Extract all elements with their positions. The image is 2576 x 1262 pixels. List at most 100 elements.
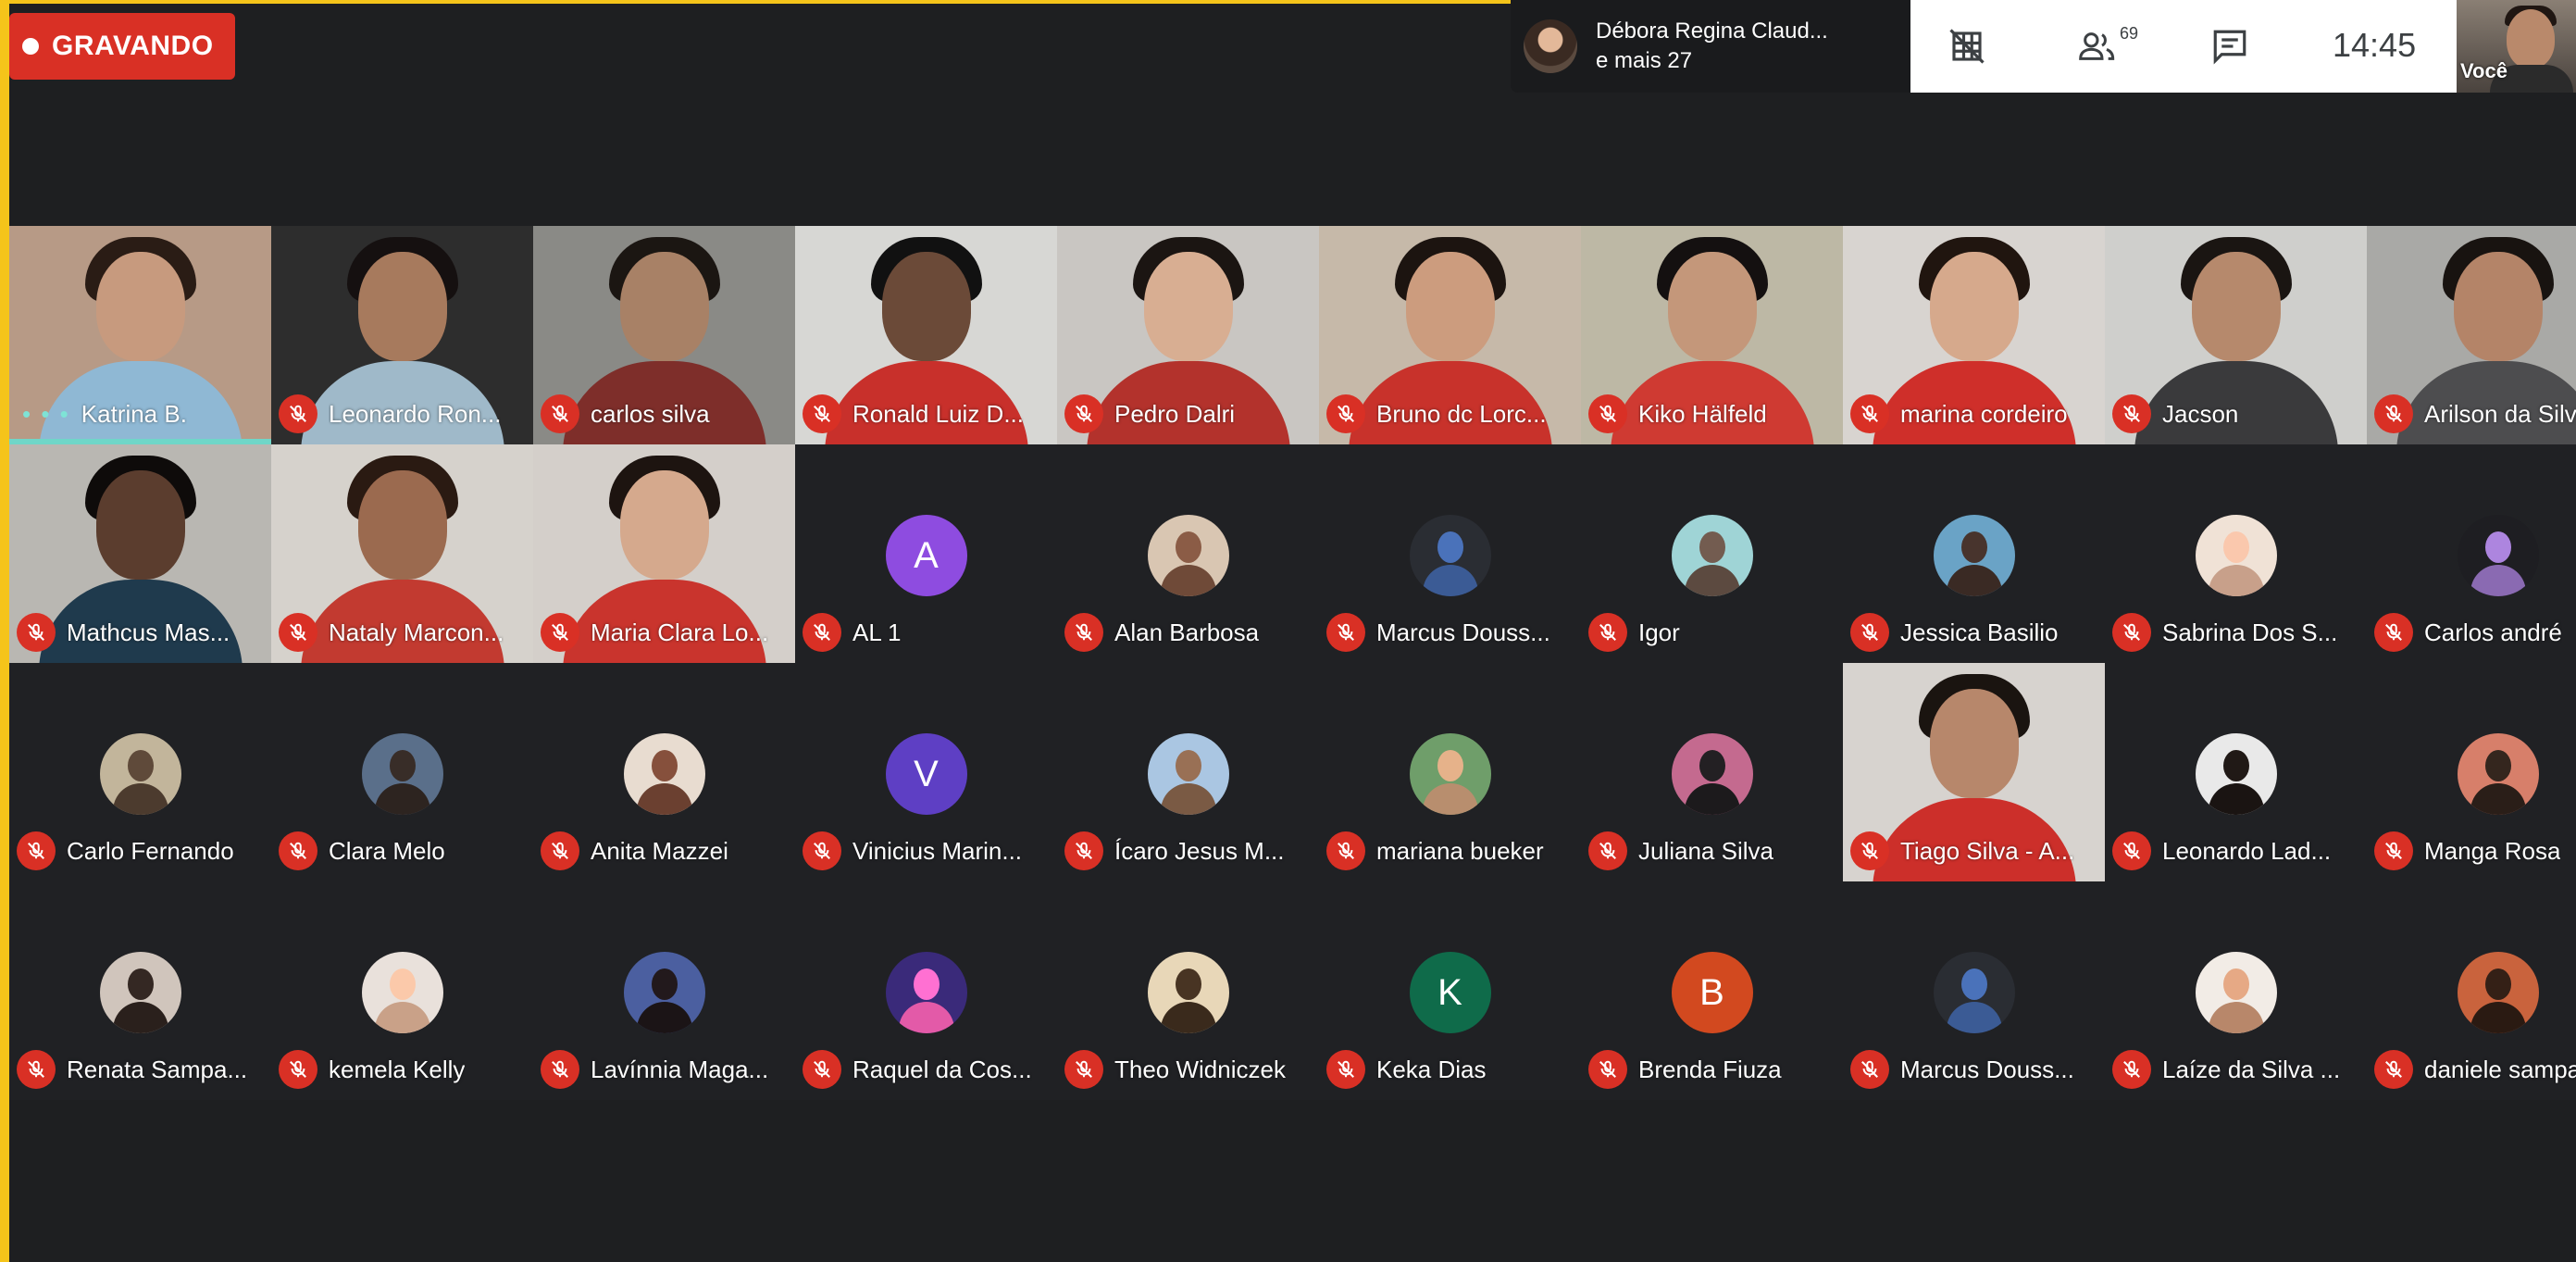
avatar <box>2195 952 2277 1033</box>
participant-tile[interactable]: Lavínnia Maga... <box>533 881 795 1100</box>
mic-off-icon <box>1326 831 1365 870</box>
avatar <box>1671 733 1753 815</box>
participant-tile[interactable]: Mathcus Mas... <box>9 444 271 663</box>
participant-name: Ícaro Jesus M... <box>1114 836 1285 865</box>
participant-tile[interactable]: carlos silva <box>533 226 795 444</box>
chat-icon[interactable] <box>2210 28 2249 65</box>
mic-off-icon <box>1326 613 1365 652</box>
avatar <box>2457 515 2539 596</box>
participant-name-bar: Bruno dc Lorc... <box>1319 393 1581 435</box>
participant-tile[interactable]: • • • Katrina B. <box>9 226 271 444</box>
mic-off-icon <box>1064 613 1103 652</box>
participant-name-bar: Keka Dias <box>1319 1048 1581 1091</box>
mic-off-icon <box>541 613 579 652</box>
participant-tile[interactable]: Bruno dc Lorc... <box>1319 226 1581 444</box>
participant-tile[interactable]: Ronald Luiz D... <box>795 226 1057 444</box>
participant-tile[interactable]: Carlos andré <box>2367 444 2576 663</box>
participant-name-bar: Ícaro Jesus M... <box>1057 830 1319 872</box>
participant-tile[interactable]: Juliana Silva <box>1581 663 1843 881</box>
participant-tile[interactable]: K Keka Dias <box>1319 881 1581 1100</box>
participant-name-bar: Marcus Douss... <box>1319 611 1581 654</box>
participant-name: Raquel da Cos... <box>852 1055 1032 1083</box>
participant-name: Clara Melo <box>329 836 445 865</box>
participant-tile[interactable]: Marcus Douss... <box>1843 881 2105 1100</box>
participant-name-bar: Alan Barbosa <box>1057 611 1319 654</box>
participant-name: Renata Sampa... <box>67 1055 248 1083</box>
participant-tile[interactable]: Jacson <box>2105 226 2367 444</box>
people-button[interactable]: 69 <box>2077 24 2138 65</box>
participant-name-bar: Carlo Fernando <box>9 830 271 872</box>
participant-name: kemela Kelly <box>329 1055 466 1083</box>
participant-name-bar: Brenda Fiuza <box>1581 1048 1843 1091</box>
participant-tile[interactable]: Maria Clara Lo... <box>533 444 795 663</box>
mic-off-icon <box>1064 1050 1103 1089</box>
participant-tile[interactable]: Arilson da Silva <box>2367 226 2576 444</box>
participant-tile[interactable]: A AL 1 <box>795 444 1057 663</box>
participant-name: mariana bueker <box>1376 836 1544 865</box>
participant-tile[interactable]: Laíze da Silva ... <box>2105 881 2367 1100</box>
recording-label: GRAVANDO <box>52 31 214 61</box>
window-frame-left <box>0 0 9 1262</box>
avatar <box>623 733 705 815</box>
speaker-avatar <box>1524 19 1577 73</box>
participant-name: Sabrina Dos S... <box>2162 618 2338 646</box>
participant-name: Ronald Luiz D... <box>852 399 1024 428</box>
participant-tile[interactable]: V Vinicius Marin... <box>795 663 1057 881</box>
participant-tile[interactable]: Renata Sampa... <box>9 881 271 1100</box>
mic-off-icon <box>803 613 841 652</box>
participant-name: Mathcus Mas... <box>67 618 230 646</box>
participant-tile[interactable]: kemela Kelly <box>271 881 533 1100</box>
mic-off-icon <box>1588 831 1627 870</box>
participant-tile[interactable]: Leonardo Ron... <box>271 226 533 444</box>
speaking-indicator-icon: • • • <box>22 399 70 428</box>
participant-tile[interactable]: B Brenda Fiuza <box>1581 881 1843 1100</box>
avatar <box>1409 515 1491 596</box>
participant-name-bar: Ronald Luiz D... <box>795 393 1057 435</box>
top-toolbar: 69 14:45 <box>1910 0 2457 93</box>
participant-tile[interactable]: marina cordeiro <box>1843 226 2105 444</box>
participant-name: Pedro Dalri <box>1114 399 1236 428</box>
active-speaker-chip[interactable]: Débora Regina Claud... e mais 27 <box>1511 0 1910 93</box>
self-view[interactable]: Você <box>2457 0 2576 93</box>
participant-tile[interactable]: Raquel da Cos... <box>795 881 1057 1100</box>
participant-tile[interactable]: Sabrina Dos S... <box>2105 444 2367 663</box>
participant-name: marina cordeiro <box>1900 399 2068 428</box>
participant-tile[interactable]: Ícaro Jesus M... <box>1057 663 1319 881</box>
participant-name-bar: Carlos andré <box>2367 611 2576 654</box>
participant-tile[interactable]: mariana bueker <box>1319 663 1581 881</box>
participant-tile[interactable]: Alan Barbosa <box>1057 444 1319 663</box>
mic-off-icon <box>2374 831 2413 870</box>
participant-name: Arilson da Silva <box>2424 399 2576 428</box>
grid-off-icon[interactable] <box>1948 28 1986 65</box>
participant-name: Jessica Basilio <box>1900 618 2059 646</box>
participant-name-bar: carlos silva <box>533 393 795 435</box>
mic-off-icon <box>1850 1050 1889 1089</box>
participant-tile[interactable]: Jessica Basilio <box>1843 444 2105 663</box>
participant-name: Theo Widniczek <box>1114 1055 1286 1083</box>
participant-name-bar: Theo Widniczek <box>1057 1048 1319 1091</box>
participant-tile[interactable]: Nataly Marcon... <box>271 444 533 663</box>
participant-tile[interactable]: Theo Widniczek <box>1057 881 1319 1100</box>
participant-tile[interactable]: Marcus Douss... <box>1319 444 1581 663</box>
avatar <box>2457 733 2539 815</box>
avatar <box>1147 515 1229 596</box>
participant-tile[interactable]: Igor <box>1581 444 1843 663</box>
participant-name: Marcus Douss... <box>1376 618 1550 646</box>
participant-tile[interactable]: Kiko Hälfeld <box>1581 226 1843 444</box>
avatar <box>1147 733 1229 815</box>
participant-name: Leonardo Ron... <box>329 399 502 428</box>
participant-tile[interactable]: Tiago Silva - A... <box>1843 663 2105 881</box>
people-icon <box>2079 32 2115 60</box>
participant-tile[interactable]: Clara Melo <box>271 663 533 881</box>
participant-tile[interactable]: Leonardo Lad... <box>2105 663 2367 881</box>
participant-tile[interactable]: Anita Mazzei <box>533 663 795 881</box>
participant-name-bar: Lavínnia Maga... <box>533 1048 795 1091</box>
participant-tile[interactable]: Pedro Dalri <box>1057 226 1319 444</box>
participant-tile[interactable]: Carlo Fernando <box>9 663 271 881</box>
participant-tile[interactable]: daniele sampa <box>2367 881 2576 1100</box>
mic-off-icon <box>2374 1050 2413 1089</box>
participant-tile[interactable]: Manga Rosa <box>2367 663 2576 881</box>
participant-name-bar: Tiago Silva - A... <box>1843 830 2105 872</box>
mic-off-icon <box>17 1050 56 1089</box>
participant-name: Tiago Silva - A... <box>1900 836 2075 865</box>
